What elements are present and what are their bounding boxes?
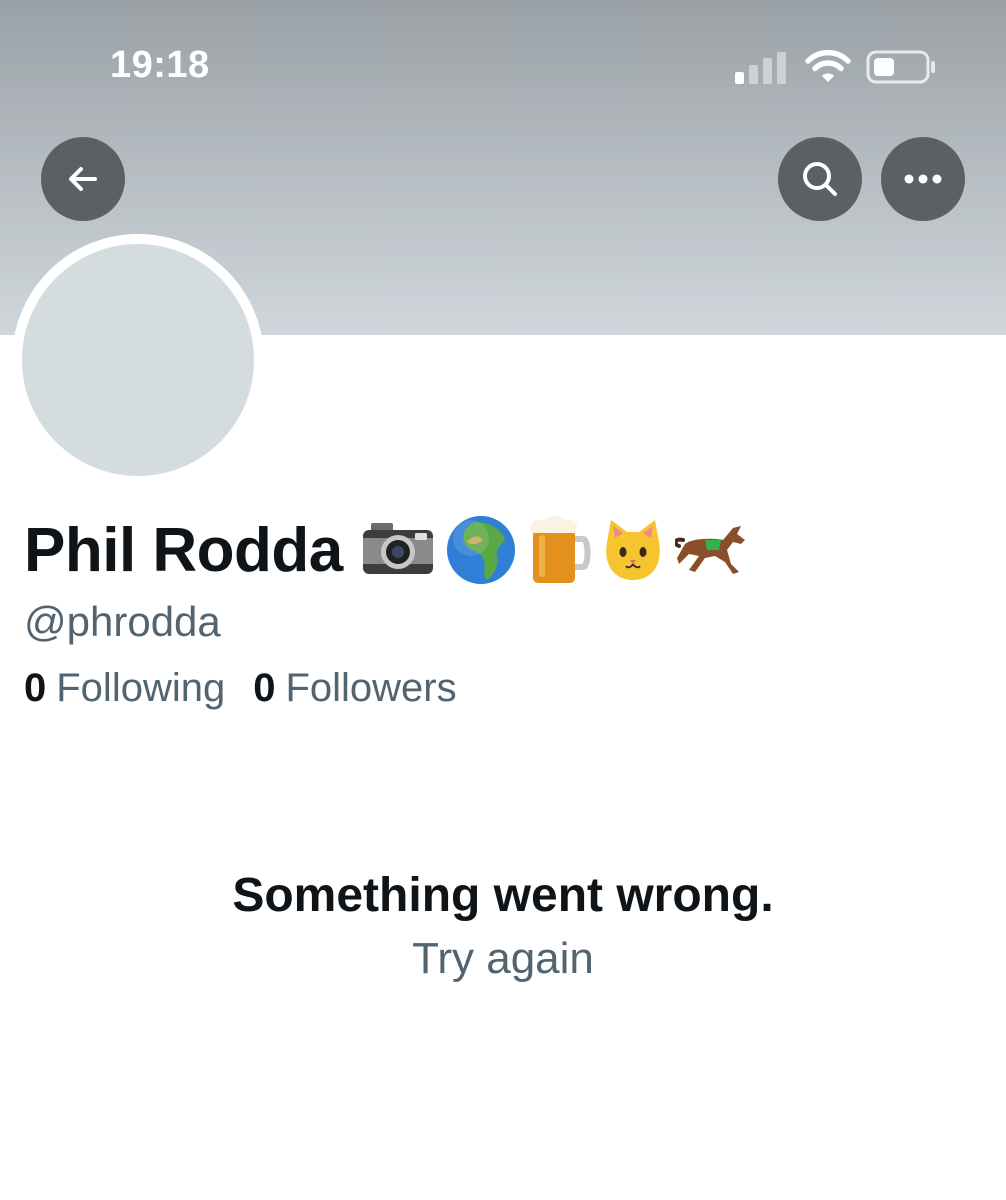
cat-face-emoji (606, 520, 660, 580)
more-horizontal-icon (904, 174, 942, 184)
name-emoji-group (361, 513, 749, 587)
followers-label: Followers (285, 666, 457, 710)
profile-avatar[interactable] (12, 234, 264, 486)
status-bar-time: 19:18 (110, 44, 210, 86)
search-button[interactable] (778, 137, 862, 221)
error-message: Something went wrong. (232, 869, 774, 922)
try-again-button[interactable]: Try again (0, 934, 1006, 984)
following-stat[interactable]: 0 Following (24, 666, 225, 711)
profile-name-row: Phil Rodda (24, 510, 749, 590)
beer-mug-emoji (529, 515, 591, 583)
profile-display-name: Phil Rodda (24, 515, 343, 585)
horse-racing-emoji (674, 526, 745, 574)
battery-icon (866, 50, 935, 84)
followers-stat[interactable]: 0 Followers (253, 666, 456, 711)
search-icon (803, 162, 837, 196)
cellular-signal-icon (735, 52, 786, 84)
arrow-left-icon (69, 167, 97, 191)
wifi-icon (805, 49, 851, 82)
back-button[interactable] (41, 137, 125, 221)
globe-africa-emoji (446, 516, 515, 584)
followers-count: 0 (253, 666, 276, 710)
follow-stats: 0 Following 0 Followers (24, 666, 457, 711)
following-label: Following (56, 666, 226, 710)
profile-handle: @phrodda (24, 598, 221, 645)
camera-emoji (362, 523, 433, 574)
following-count: 0 (24, 666, 47, 710)
more-options-button[interactable] (881, 137, 965, 221)
